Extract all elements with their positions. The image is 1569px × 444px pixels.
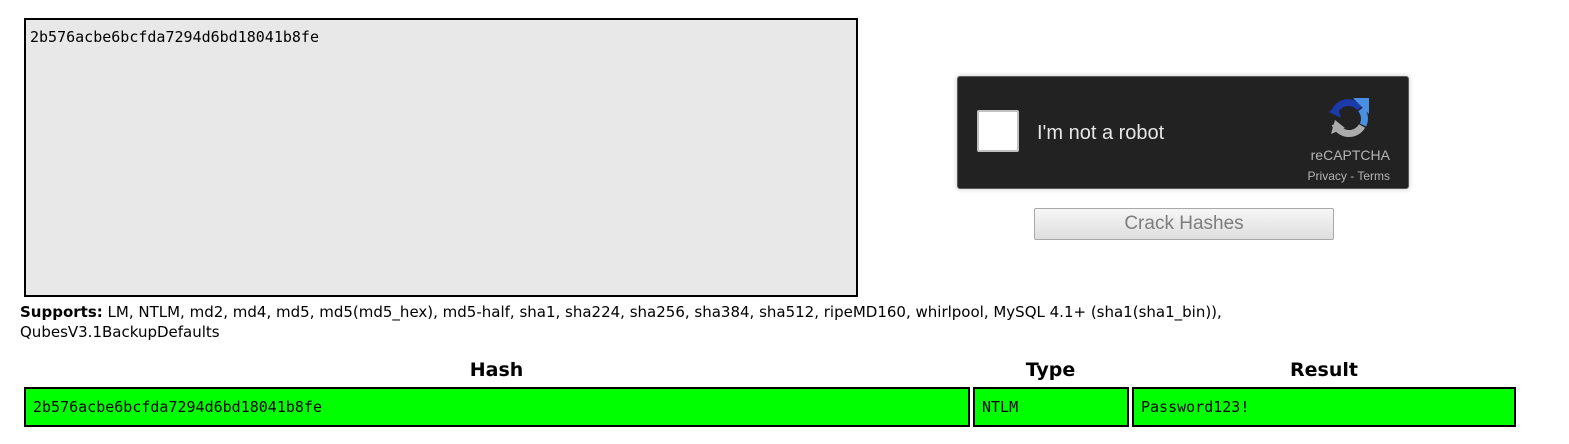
- links-separator: -: [1346, 169, 1358, 183]
- hash-input[interactable]: 2b576acbe6bcfda7294d6bd18041b8fe: [24, 18, 858, 297]
- result-column-header: Result: [1290, 359, 1358, 381]
- hash-column-header: Hash: [469, 359, 524, 381]
- type-cell: NTLM: [973, 387, 1129, 427]
- result-cell: Password123!: [1132, 387, 1516, 427]
- recaptcha-logo-icon: [1329, 98, 1369, 138]
- recaptcha-widget: I'm not a robot reCAPTCHA Privacy - Term…: [957, 76, 1409, 189]
- captcha-brand: reCAPTCHA: [1310, 147, 1390, 163]
- terms-link[interactable]: Terms: [1357, 169, 1390, 183]
- captcha-links: Privacy - Terms: [1308, 169, 1390, 183]
- privacy-link[interactable]: Privacy: [1308, 169, 1347, 183]
- supports-label: Supports:: [20, 303, 103, 321]
- hash-cell: 2b576acbe6bcfda7294d6bd18041b8fe: [24, 387, 970, 427]
- not-a-robot-checkbox[interactable]: [977, 110, 1019, 152]
- type-column-header: Type: [1025, 359, 1076, 381]
- supports-list: LM, NTLM, md2, md4, md5, md5(md5_hex), m…: [20, 303, 1222, 341]
- supports-text: Supports: LM, NTLM, md2, md4, md5, md5(m…: [20, 302, 1350, 342]
- captcha-label: I'm not a robot: [1037, 122, 1165, 144]
- crack-hashes-button[interactable]: Crack Hashes: [1034, 208, 1334, 240]
